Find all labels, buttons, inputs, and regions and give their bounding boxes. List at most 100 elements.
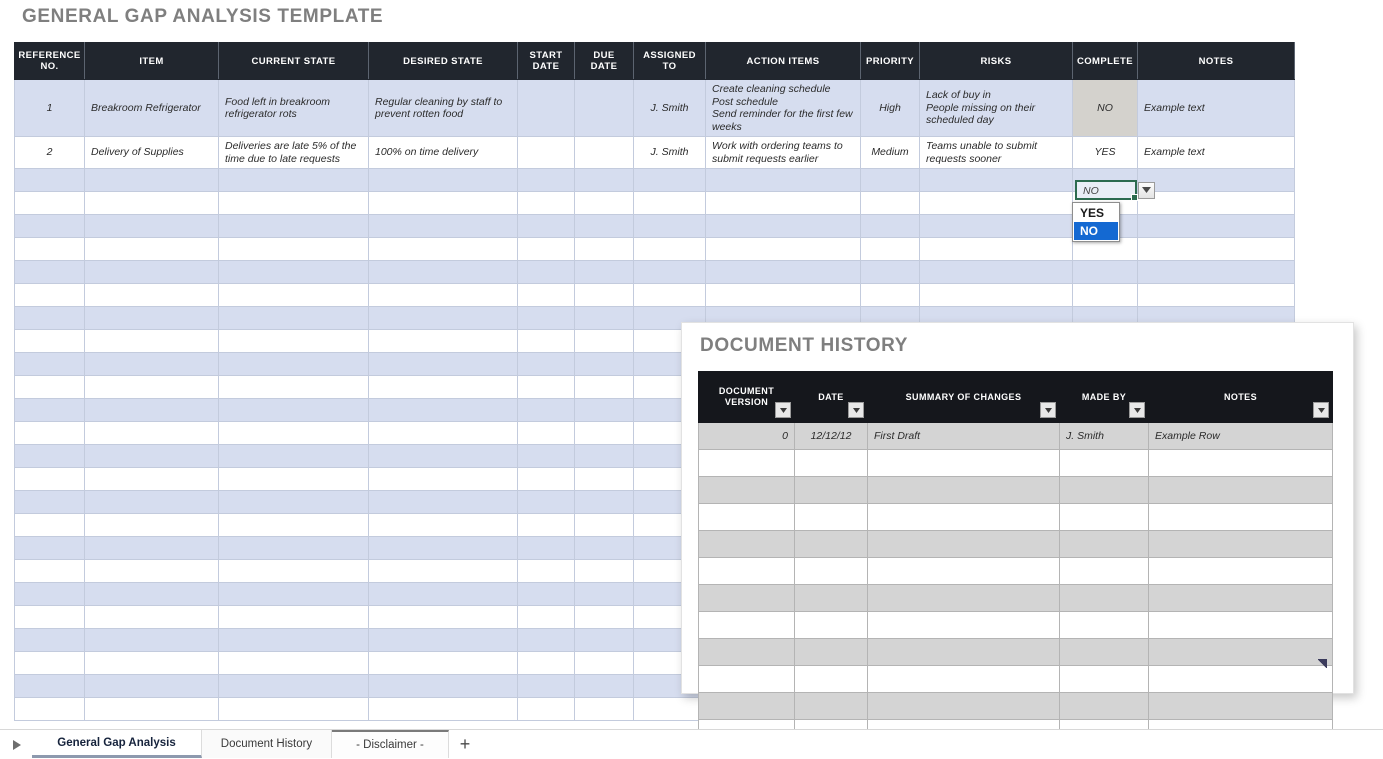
cell-due-date[interactable] [575,537,634,560]
dropdown-option-yes[interactable]: YES [1074,204,1118,222]
cell-ref-no[interactable] [15,583,85,606]
table-row[interactable] [15,284,1295,307]
doc-table-row[interactable] [699,450,1333,477]
doc-cell-made-by[interactable]: J. Smith [1060,423,1149,450]
doc-cell-summary-of-changes[interactable] [868,666,1060,693]
cell-desired-state[interactable] [369,215,518,238]
cell-ref-no[interactable] [15,468,85,491]
cell-priority[interactable]: Medium [861,137,920,169]
cell-ref-no[interactable]: 2 [15,137,85,169]
cell-desired-state[interactable] [369,698,518,721]
doc-cell-made-by[interactable] [1060,504,1149,531]
cell-ref-no[interactable] [15,261,85,284]
cell-current-state[interactable] [219,445,369,468]
cell-ref-no[interactable] [15,422,85,445]
cell-ref-no[interactable] [15,652,85,675]
cell-desired-state[interactable] [369,330,518,353]
cell-current-state[interactable]: Deliveries are late 5% of the time due t… [219,137,369,169]
cell-start-date[interactable] [518,399,575,422]
doc-cell-date[interactable] [795,504,868,531]
doc-cell-summary-of-changes[interactable] [868,612,1060,639]
cell-due-date[interactable] [575,215,634,238]
complete-active-cell[interactable]: NO [1075,180,1137,200]
doc-cell-summary-of-changes[interactable] [868,504,1060,531]
cell-start-date[interactable] [518,675,575,698]
cell-due-date[interactable] [575,445,634,468]
cell-ref-no[interactable] [15,445,85,468]
cell-desired-state[interactable] [369,491,518,514]
cell-priority[interactable] [861,284,920,307]
cell-item[interactable] [85,468,219,491]
cell-due-date[interactable] [575,514,634,537]
cell-current-state[interactable] [219,192,369,215]
doc-cell-document-version[interactable] [699,504,795,531]
cell-start-date[interactable] [518,652,575,675]
cell-assigned-to[interactable] [634,261,706,284]
cell-ref-no[interactable] [15,307,85,330]
cell-assigned-to[interactable] [634,698,706,721]
cell-assigned-to[interactable] [634,284,706,307]
cell-desired-state[interactable] [369,399,518,422]
cell-ref-no[interactable] [15,629,85,652]
cell-due-date[interactable] [575,399,634,422]
doc-cell-summary-of-changes[interactable] [868,585,1060,612]
cell-desired-state[interactable] [369,422,518,445]
dropdown-option-no[interactable]: NO [1074,222,1118,240]
cell-item[interactable]: Delivery of Supplies [85,137,219,169]
cell-complete[interactable] [1073,261,1138,284]
cell-risks[interactable]: Lack of buy in People missing on their s… [920,80,1073,137]
cell-start-date[interactable] [518,514,575,537]
doc-table-row[interactable]: 012/12/12First DraftJ. SmithExample Row [699,423,1333,450]
doc-cell-notes[interactable] [1149,504,1333,531]
doc-cell-date[interactable] [795,666,868,693]
cell-current-state[interactable] [219,169,369,192]
cell-current-state[interactable] [219,491,369,514]
cell-ref-no[interactable] [15,698,85,721]
doc-cell-made-by[interactable] [1060,477,1149,504]
doc-table-row[interactable] [699,477,1333,504]
cell-item[interactable] [85,514,219,537]
cell-due-date[interactable] [575,652,634,675]
col-header-start-date[interactable]: START DATE [518,43,575,80]
cell-notes[interactable]: Example text [1138,80,1295,137]
cell-item[interactable] [85,629,219,652]
doc-cell-made-by[interactable] [1060,558,1149,585]
cell-complete[interactable] [1073,284,1138,307]
doc-cell-date[interactable] [795,639,868,666]
doc-cell-made-by[interactable] [1060,612,1149,639]
cell-notes[interactable] [1138,261,1295,284]
cell-ref-no[interactable] [15,238,85,261]
cell-item[interactable] [85,307,219,330]
cell-start-date[interactable] [518,215,575,238]
cell-start-date[interactable] [518,376,575,399]
cell-item[interactable] [85,698,219,721]
cell-due-date[interactable] [575,422,634,445]
cell-risks[interactable] [920,215,1073,238]
doc-cell-notes[interactable]: Example Row [1149,423,1333,450]
doc-cell-date[interactable] [795,531,868,558]
doc-cell-made-by[interactable] [1060,531,1149,558]
doc-cell-notes[interactable] [1149,612,1333,639]
cell-start-date[interactable] [518,468,575,491]
cell-ref-no[interactable] [15,514,85,537]
col-header-item[interactable]: ITEM [85,43,219,80]
cell-current-state[interactable] [219,583,369,606]
doc-cell-date[interactable]: 12/12/12 [795,423,868,450]
cell-action-items[interactable] [706,261,861,284]
play-right-icon[interactable] [8,736,26,754]
cell-desired-state[interactable] [369,445,518,468]
cell-ref-no[interactable] [15,399,85,422]
cell-current-state[interactable] [219,698,369,721]
table-row[interactable] [15,261,1295,284]
cell-assigned-to[interactable]: J. Smith [634,80,706,137]
cell-due-date[interactable] [575,261,634,284]
cell-current-state[interactable] [219,238,369,261]
cell-desired-state[interactable] [369,192,518,215]
cell-priority[interactable] [861,169,920,192]
cell-start-date[interactable] [518,353,575,376]
col-header-desired-state[interactable]: DESIRED STATE [369,43,518,80]
filter-dropdown-icon[interactable] [1129,402,1145,418]
cell-item[interactable] [85,652,219,675]
cell-assigned-to[interactable] [634,169,706,192]
cell-due-date[interactable] [575,284,634,307]
